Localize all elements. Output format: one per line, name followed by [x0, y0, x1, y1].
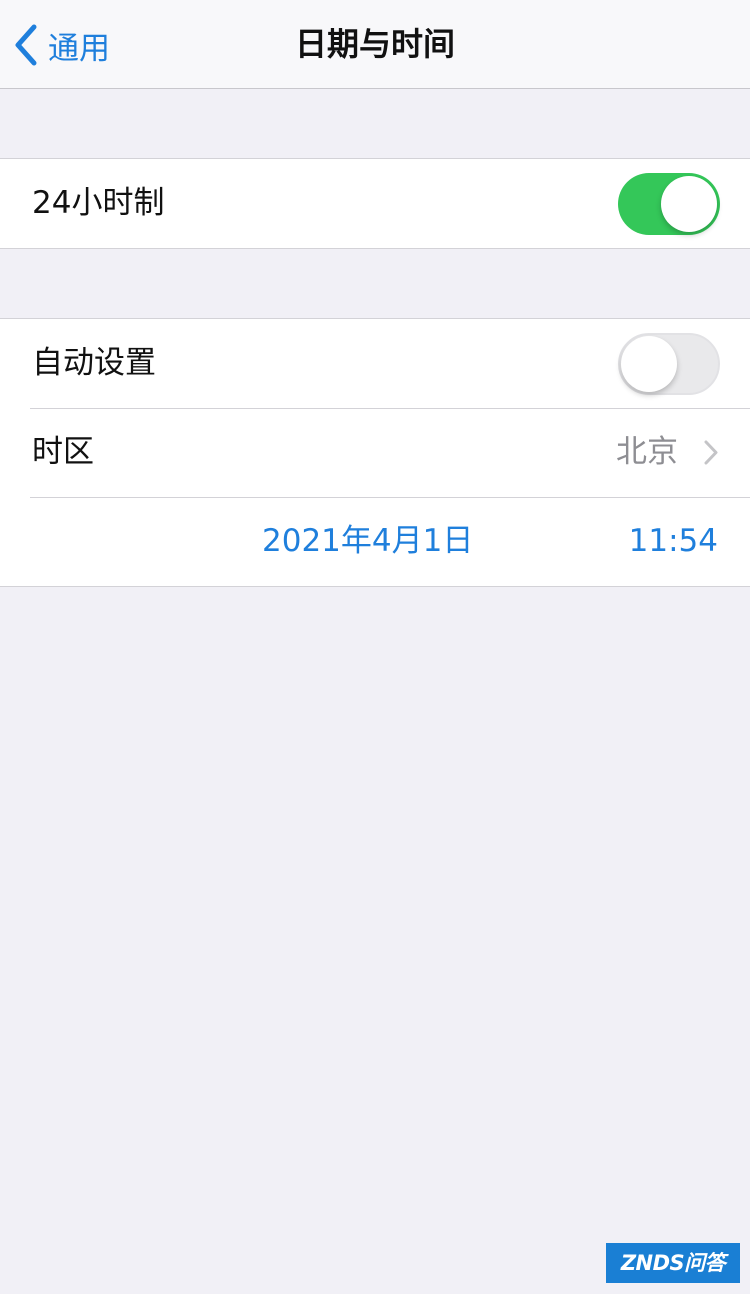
chevron-right-icon — [704, 440, 718, 465]
row-24-hour: 24小时制 — [0, 159, 750, 248]
timezone-value: 北京 — [616, 434, 678, 470]
row-24-hour-label: 24小时制 — [32, 185, 165, 221]
toggle-knob — [621, 336, 677, 392]
settings-group-hour-format: 24小时制 — [0, 158, 750, 249]
row-timezone-label: 时区 — [32, 434, 94, 470]
row-auto-set: 自动设置 — [0, 319, 750, 408]
toggle-auto-set[interactable] — [618, 333, 720, 395]
date-button[interactable]: 2021年4月1日 — [262, 497, 473, 586]
toggle-24-hour[interactable] — [618, 173, 720, 235]
row-date-time: 2021年4月1日 11:54 — [0, 497, 750, 586]
chevron-left-icon — [15, 24, 37, 66]
back-button-label: 通用 — [48, 30, 110, 67]
time-button[interactable]: 11:54 — [629, 497, 718, 586]
settings-group-date-time: 自动设置 时区 北京 2021年4月1日 11:54 — [0, 318, 750, 587]
navigation-bar: 日期与时间 通用 — [0, 0, 750, 89]
page-title: 日期与时间 — [294, 25, 455, 63]
row-auto-set-label: 自动设置 — [32, 345, 156, 381]
back-button[interactable]: 通用 — [14, 20, 110, 70]
watermark-logo: ZNDS问答 — [606, 1243, 740, 1283]
row-timezone[interactable]: 时区 北京 — [0, 408, 750, 497]
toggle-knob — [661, 176, 717, 232]
